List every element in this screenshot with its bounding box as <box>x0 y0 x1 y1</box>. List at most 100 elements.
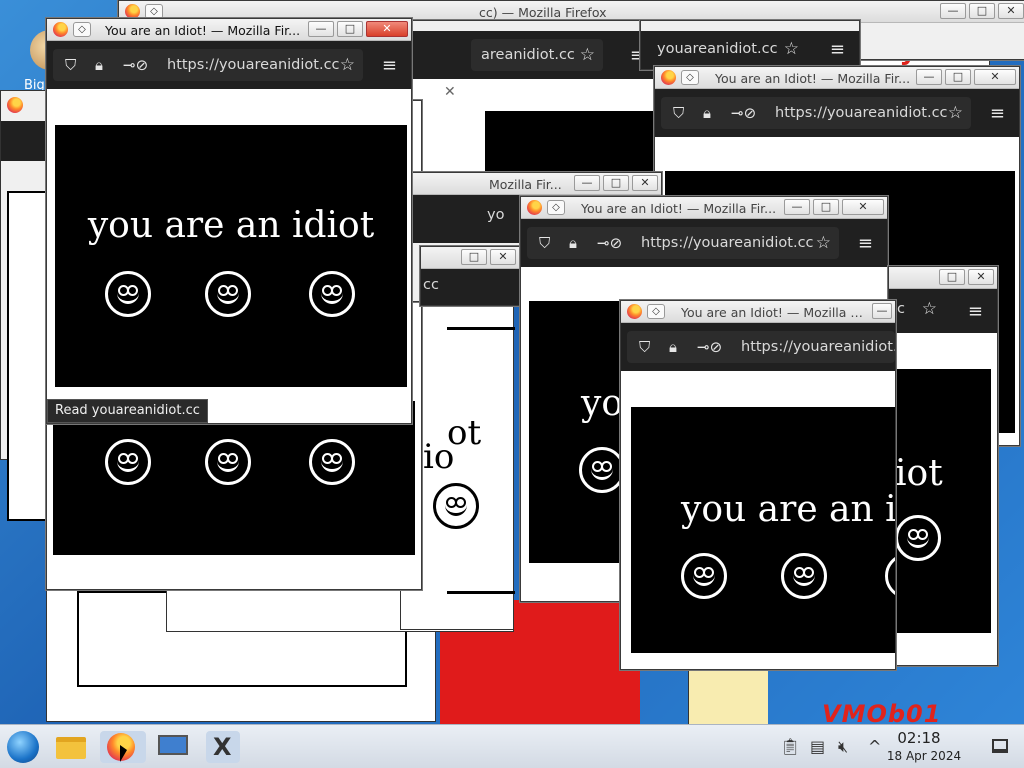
close-button[interactable]: ✕ <box>632 175 658 191</box>
idiot-box: iot <box>889 369 991 633</box>
browser-window[interactable]: □ ✕ cc <box>420 246 520 306</box>
shield-icon[interactable]: ⛉ <box>65 56 76 74</box>
url-text[interactable]: https://youareanidiot.cc <box>641 235 814 251</box>
close-button[interactable]: ✕ <box>490 249 516 265</box>
folder-icon <box>56 737 86 759</box>
menu-icon[interactable]: ≡ <box>382 55 397 76</box>
minimize-button[interactable]: — <box>784 199 810 215</box>
lock-icon[interactable]: 🔒︎ <box>669 338 677 356</box>
bookmark-star-icon[interactable]: ☆ <box>816 233 831 253</box>
show-desktop-icon[interactable] <box>992 739 1008 753</box>
menu-icon[interactable]: ≡ <box>830 39 845 60</box>
maximize-button[interactable]: □ <box>603 175 629 191</box>
pin-icon[interactable]: ◇ <box>681 70 699 85</box>
close-button[interactable]: ✕ <box>968 269 994 285</box>
maximize-button[interactable]: □ <box>813 199 839 215</box>
window-title: Mozilla Fir... <box>489 177 562 192</box>
smiley-icon <box>309 439 355 485</box>
url-bar[interactable]: ⛉ 🔒︎ ⊸⊘ https://youareanidiot.cc ☆ <box>53 49 363 81</box>
smiley-icon <box>433 483 479 529</box>
clock-date[interactable]: 18 Apr 2024 <box>879 749 969 763</box>
firefox-icon <box>527 200 542 215</box>
menu-icon[interactable]: ≡ <box>968 301 983 322</box>
clock-time[interactable]: 02:18 <box>884 729 954 747</box>
page-headline-fragment: yo <box>581 383 624 424</box>
start-orb-icon <box>7 731 39 763</box>
firefox-taskbar-button[interactable] <box>100 731 146 763</box>
bookmark-star-icon[interactable]: ☆ <box>948 103 963 123</box>
firefox-icon <box>627 304 642 319</box>
minimize-button[interactable]: — <box>574 175 600 191</box>
permissions-icon[interactable]: ⊸⊘ <box>597 234 622 252</box>
xfce-terminal-button[interactable]: X <box>206 731 240 763</box>
start-menu-button[interactable] <box>6 731 40 763</box>
pin-icon[interactable]: ◇ <box>145 4 163 19</box>
system-settings-button[interactable] <box>156 731 190 763</box>
permissions-icon[interactable]: ⊸⊘ <box>697 338 722 356</box>
minimize-button[interactable]: — <box>916 69 942 85</box>
window-title: You are an Idiot! — Mozilla Fir... <box>715 71 911 86</box>
shield-icon[interactable]: ⛉ <box>673 104 684 122</box>
shield-icon[interactable]: ⛉ <box>639 338 650 356</box>
minimize-button[interactable]: — <box>940 3 966 19</box>
url-bar[interactable]: ⛉ 🔒︎ ⊸⊘ https://youareanidiot.cc <box>627 331 895 363</box>
shield-icon[interactable]: ⛉ <box>539 234 550 252</box>
lock-icon[interactable]: 🔒︎ <box>95 56 103 74</box>
maximize-button[interactable]: □ <box>461 249 487 265</box>
browser-window[interactable]: ◇ You are an Idiot! — Mozilla Fir... — ⛉… <box>620 300 896 670</box>
menu-icon[interactable]: ≡ <box>858 233 873 254</box>
close-button[interactable]: ✕ <box>974 69 1016 85</box>
url-text[interactable]: https://youareanidiot.cc <box>775 105 948 121</box>
pin-icon[interactable]: ◇ <box>647 304 665 319</box>
browser-window-active[interactable]: ◇ You are an Idiot! — Mozilla Fir... — □… <box>46 18 412 424</box>
browser-window[interactable]: □ ✕ cc ☆ ≡ iot <box>888 266 998 666</box>
maximize-button[interactable]: □ <box>337 21 363 37</box>
close-button[interactable]: ✕ <box>842 199 884 215</box>
firefox-icon <box>7 97 23 113</box>
browser-window[interactable]: youareanidiot.cc ☆ ≡ <box>640 20 860 70</box>
page-headline: you are an idi <box>681 489 895 530</box>
url-text[interactable]: yo <box>487 207 504 223</box>
lock-icon[interactable]: 🔒︎ <box>569 234 577 252</box>
bookmark-star-icon[interactable]: ☆ <box>922 299 937 319</box>
idiot-box <box>53 401 415 555</box>
smiley-icon <box>205 439 251 485</box>
maximize-button[interactable]: □ <box>969 3 995 19</box>
maximize-button[interactable]: □ <box>945 69 971 85</box>
url-text[interactable]: cc <box>423 277 439 293</box>
window-title: You are an Idiot! — Mozilla Fir... <box>581 201 777 216</box>
close-button[interactable]: ✕ <box>366 21 408 37</box>
url-text[interactable]: youareanidiot.cc <box>657 41 778 57</box>
close-button[interactable]: ✕ <box>998 3 1024 19</box>
smiley-icon <box>309 271 355 317</box>
minimize-button[interactable]: — <box>308 21 334 37</box>
volume-muted-icon[interactable]: 🔇︎ <box>838 737 848 757</box>
pin-icon[interactable]: ◇ <box>547 200 565 215</box>
window-title: You are an Idiot! — Mozilla Fir... <box>105 23 301 38</box>
url-text[interactable]: areanidiot.cc <box>481 47 575 63</box>
minimize-button[interactable]: — <box>872 303 892 319</box>
close-icon[interactable]: ✕ <box>444 84 456 100</box>
status-link-tooltip: Read youareanidiot.cc <box>47 399 208 423</box>
smiley-icon <box>895 515 941 561</box>
permissions-icon[interactable]: ⊸⊘ <box>123 56 148 74</box>
maximize-button[interactable]: □ <box>939 269 965 285</box>
url-bar[interactable]: ⛉ 🔒︎ ⊸⊘ https://youareanidiot.cc ☆ <box>527 227 839 259</box>
url-bar[interactable]: ⛉ 🔒︎ ⊸⊘ https://youareanidiot.cc ☆ <box>661 97 971 129</box>
device-icon[interactable]: ▤ <box>810 737 825 756</box>
clipboard-icon[interactable]: 📋︎ <box>780 737 800 756</box>
url-text[interactable]: https://youareanidiot.cc <box>741 339 895 355</box>
background-window-panel <box>0 90 50 521</box>
smiley-icon <box>885 553 895 599</box>
bookmark-star-icon[interactable]: ☆ <box>784 39 799 59</box>
lock-icon[interactable]: 🔒︎ <box>703 104 711 122</box>
browser-window[interactable]: areanidiot.cc ☆ ≡ <box>400 20 660 180</box>
file-manager-button[interactable] <box>54 731 88 763</box>
menu-icon[interactable]: ≡ <box>990 103 1005 124</box>
pin-icon[interactable]: ◇ <box>73 22 91 37</box>
bookmark-star-icon[interactable]: ☆ <box>340 55 355 75</box>
url-bar[interactable]: areanidiot.cc ☆ <box>471 39 603 71</box>
permissions-icon[interactable]: ⊸⊘ <box>731 104 756 122</box>
url-text[interactable]: https://youareanidiot.cc <box>167 57 340 73</box>
bookmark-star-icon[interactable]: ☆ <box>580 45 595 65</box>
